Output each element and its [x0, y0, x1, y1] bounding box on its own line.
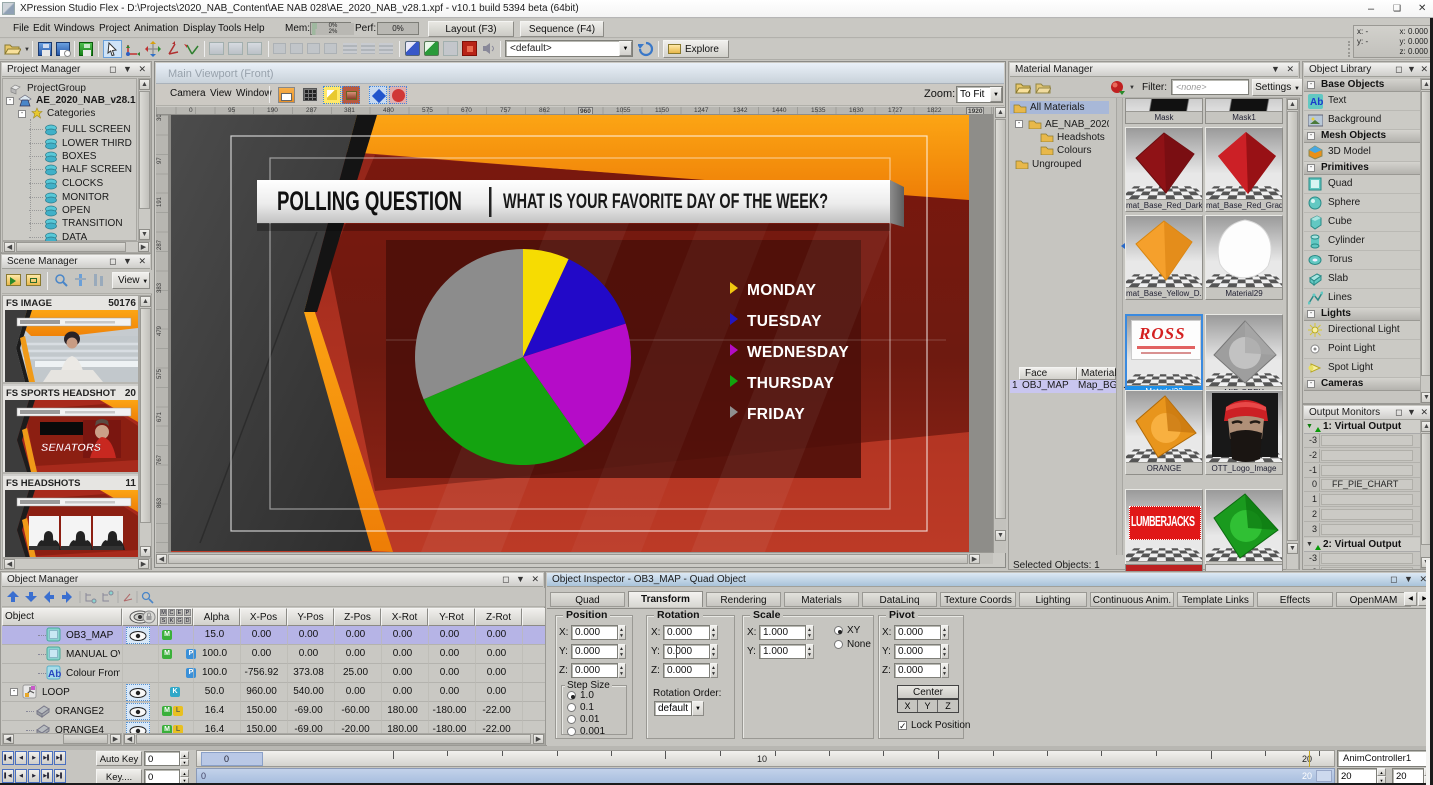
svg-text:THURSDAY: THURSDAY	[747, 375, 834, 392]
svg-text:WEDNESDAY: WEDNESDAY	[747, 344, 849, 361]
svg-text:SENATORS: SENATORS	[41, 442, 102, 454]
svg-text:WHAT IS YOUR FAVORITE DAY OF T: WHAT IS YOUR FAVORITE DAY OF THE WEEK?	[503, 190, 828, 213]
svg-text:POLLING QUESTION: POLLING QUESTION	[277, 186, 462, 216]
svg-text:FRIDAY: FRIDAY	[747, 406, 805, 423]
svg-text:MONDAY: MONDAY	[747, 282, 817, 299]
svg-text:TUESDAY: TUESDAY	[747, 313, 822, 330]
svg-text:Ab: Ab	[1310, 97, 1323, 108]
svg-text:Ab: Ab	[48, 669, 61, 680]
